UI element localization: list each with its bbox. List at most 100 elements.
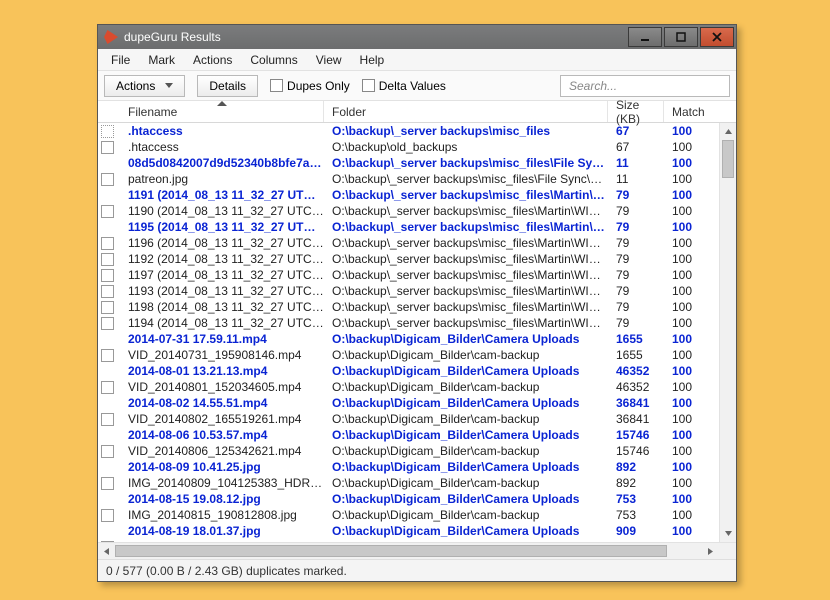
- table-row[interactable]: 1192 (2014_08_13 11_32_27 UTC).001O:\bac…: [98, 251, 719, 267]
- table-body[interactable]: .htaccessO:\backup\_server backups\misc_…: [98, 123, 719, 542]
- scrollbar-thumb[interactable]: [115, 545, 667, 557]
- checkbox-icon: [101, 381, 114, 394]
- mark-checkbox[interactable]: [100, 317, 120, 330]
- table-row[interactable]: 1191 (2014_08_13 11_32_27 UTC).001O:\bac…: [98, 187, 719, 203]
- cell-size: 79: [608, 219, 664, 235]
- table-row[interactable]: VID_20140806_125342621.mp4O:\backup\Digi…: [98, 443, 719, 459]
- col-folder-label: Folder: [332, 105, 366, 119]
- mark-checkbox[interactable]: [100, 285, 120, 298]
- mark-checkbox[interactable]: [100, 253, 120, 266]
- table-row[interactable]: IMG_20140809_104125383_HDR.jpgO:\backup\…: [98, 475, 719, 491]
- mark-checkbox[interactable]: [100, 269, 120, 282]
- scrollbar-corner: [719, 543, 736, 559]
- cell-size: 753: [608, 491, 664, 507]
- mark-checkbox[interactable]: [100, 301, 120, 314]
- col-filename[interactable]: Filename: [120, 101, 324, 122]
- table-row[interactable]: 2014-08-15 19.08.12.jpgO:\backup\Digicam…: [98, 491, 719, 507]
- menu-columns[interactable]: Columns: [241, 51, 306, 69]
- search-input[interactable]: [567, 76, 723, 96]
- mark-checkbox[interactable]: [100, 205, 120, 218]
- horizontal-scrollbar[interactable]: [98, 542, 736, 559]
- table-row[interactable]: .htaccessO:\backup\old_backups67100: [98, 139, 719, 155]
- details-button[interactable]: Details: [197, 75, 258, 97]
- table-row[interactable]: 08d5d0842007d9d52340b8bfe7a02...O:\backu…: [98, 155, 719, 171]
- table-row[interactable]: 1195 (2014_08_13 11_32_27 UTC).001O:\bac…: [98, 219, 719, 235]
- scroll-up-icon[interactable]: [720, 123, 736, 140]
- mark-checkbox[interactable]: [100, 413, 120, 426]
- table-row[interactable]: 2014-08-02 14.55.51.mp4O:\backup\Digicam…: [98, 395, 719, 411]
- table-row[interactable]: 2014-08-06 10.53.57.mp4O:\backup\Digicam…: [98, 427, 719, 443]
- col-folder[interactable]: Folder: [324, 101, 608, 122]
- cell-size: 46352: [608, 363, 664, 379]
- search-field[interactable]: [560, 75, 730, 97]
- cell-match: 100: [664, 491, 706, 507]
- cell-match: 100: [664, 123, 706, 139]
- maximize-button[interactable]: [664, 27, 698, 47]
- col-size[interactable]: Size (KB): [608, 101, 664, 122]
- table-row[interactable]: 1198 (2014_08_13 11_32_27 UTC).001O:\bac…: [98, 299, 719, 315]
- close-button[interactable]: [700, 27, 734, 47]
- checkbox-icon: [101, 237, 114, 250]
- col-match[interactable]: Match: [664, 101, 706, 122]
- mark-checkbox[interactable]: [100, 381, 120, 394]
- table-row[interactable]: 1193 (2014_08_13 11_32_27 UTC).001O:\bac…: [98, 283, 719, 299]
- mark-checkbox[interactable]: [100, 445, 120, 458]
- table-row[interactable]: IMG_20140815_190812808.jpgO:\backup\Digi…: [98, 507, 719, 523]
- cell-match: 100: [664, 443, 706, 459]
- cell-filename: 08d5d0842007d9d52340b8bfe7a02...: [120, 155, 324, 171]
- cell-filename: 1196 (2014_08_13 11_32_27 UTC).001: [120, 235, 324, 251]
- mark-checkbox[interactable]: [100, 173, 120, 186]
- mark-checkbox[interactable]: [100, 125, 120, 138]
- table-row[interactable]: 2014-07-31 17.59.11.mp4O:\backup\Digicam…: [98, 331, 719, 347]
- table-row[interactable]: 2014-08-19 18.01.37.jpgO:\backup\Digicam…: [98, 523, 719, 539]
- cell-filename: .htaccess: [120, 123, 324, 139]
- menu-help[interactable]: Help: [351, 51, 394, 69]
- cell-folder: O:\backup\_server backups\misc_files\Fil…: [324, 155, 608, 171]
- scroll-right-icon[interactable]: [702, 543, 719, 559]
- cell-folder: O:\backup\_server backups\misc_files\Mar…: [324, 267, 608, 283]
- cell-filename: 2014-08-06 10.53.57.mp4: [120, 427, 324, 443]
- menu-mark[interactable]: Mark: [139, 51, 184, 69]
- menu-file[interactable]: File: [102, 51, 139, 69]
- cell-folder: O:\backup\_server backups\misc_files\Fil…: [324, 171, 608, 187]
- checkbox-icon: [101, 477, 114, 490]
- table-row[interactable]: VID_20140801_152034605.mp4O:\backup\Digi…: [98, 379, 719, 395]
- delta-values-checkbox[interactable]: Delta Values: [362, 79, 446, 93]
- menu-actions[interactable]: Actions: [184, 51, 241, 69]
- cell-size: 79: [608, 283, 664, 299]
- table-row[interactable]: 1190 (2014_08_13 11_32_27 UTC).001O:\bac…: [98, 203, 719, 219]
- scroll-down-icon[interactable]: [720, 525, 736, 542]
- mark-checkbox[interactable]: [100, 237, 120, 250]
- scrollbar-track[interactable]: [720, 140, 736, 525]
- table-row[interactable]: 1194 (2014_08_13 11_32_27 UTC).001O:\bac…: [98, 315, 719, 331]
- scrollbar-thumb[interactable]: [722, 140, 734, 178]
- table-row[interactable]: 1197 (2014_08_13 11_32_27 UTC).001O:\bac…: [98, 267, 719, 283]
- actions-dropdown-button[interactable]: Actions: [104, 75, 185, 97]
- scroll-left-icon[interactable]: [98, 543, 115, 559]
- cell-folder: O:\backup\_server backups\misc_files\Mar…: [324, 203, 608, 219]
- table-row[interactable]: patreon.jpgO:\backup\_server backups\mis…: [98, 171, 719, 187]
- mark-checkbox[interactable]: [100, 349, 120, 362]
- titlebar[interactable]: dupeGuru Results: [98, 25, 736, 49]
- cell-size: 892: [608, 475, 664, 491]
- dupes-only-label: Dupes Only: [287, 79, 350, 93]
- table-row[interactable]: 1196 (2014_08_13 11_32_27 UTC).001O:\bac…: [98, 235, 719, 251]
- minimize-button[interactable]: [628, 27, 662, 47]
- cell-folder: O:\backup\Digicam_Bilder\Camera Uploads: [324, 363, 608, 379]
- table-row[interactable]: 2014-08-01 13.21.13.mp4O:\backup\Digicam…: [98, 363, 719, 379]
- mark-checkbox[interactable]: [100, 477, 120, 490]
- cell-filename: 1192 (2014_08_13 11_32_27 UTC).001: [120, 251, 324, 267]
- mark-checkbox[interactable]: [100, 509, 120, 522]
- menu-view[interactable]: View: [307, 51, 351, 69]
- dupes-only-checkbox[interactable]: Dupes Only: [270, 79, 350, 93]
- mark-checkbox[interactable]: [100, 141, 120, 154]
- cell-size: 11: [608, 155, 664, 171]
- cell-filename: 2014-08-02 14.55.51.mp4: [120, 395, 324, 411]
- table-row[interactable]: VID_20140731_195908146.mp4O:\backup\Digi…: [98, 347, 719, 363]
- table-row[interactable]: VID_20140802_165519261.mp4O:\backup\Digi…: [98, 411, 719, 427]
- vertical-scrollbar[interactable]: [719, 123, 736, 542]
- table-row[interactable]: 2014-08-09 10.41.25.jpgO:\backup\Digicam…: [98, 459, 719, 475]
- checkbox-icon: [101, 173, 114, 186]
- scrollbar-track[interactable]: [115, 543, 702, 559]
- sort-ascending-icon: [217, 101, 227, 106]
